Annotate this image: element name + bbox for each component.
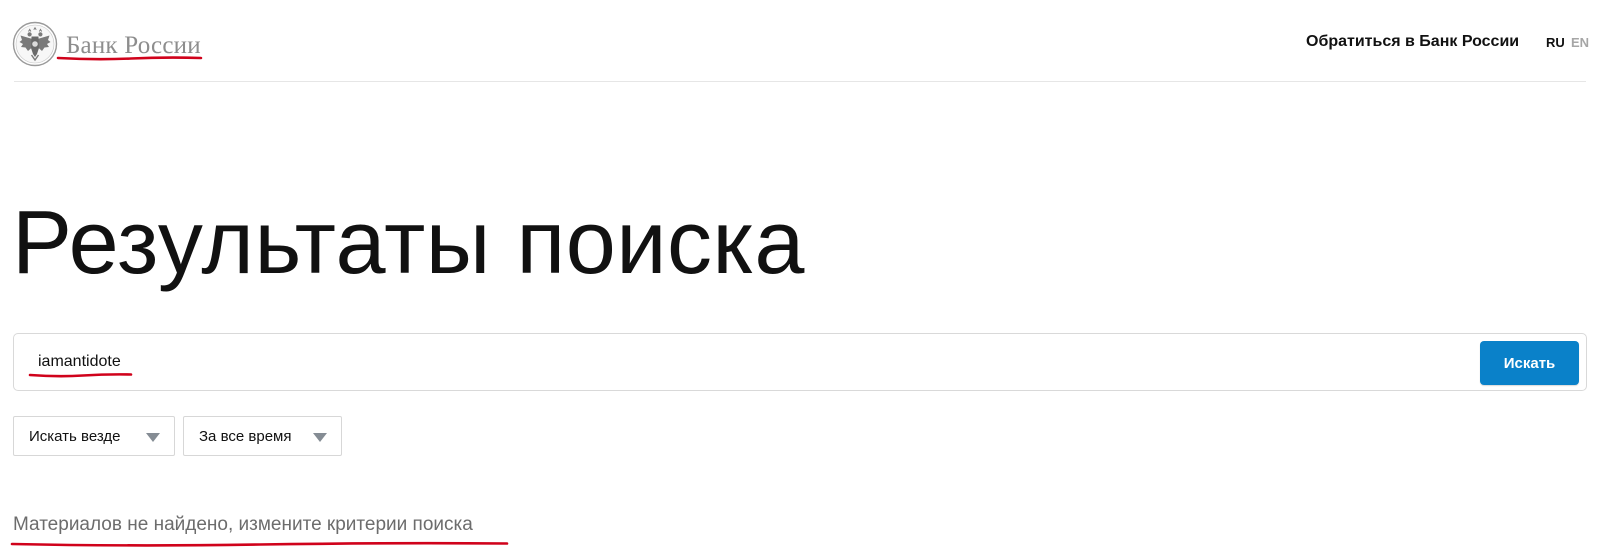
site-header: Банк России Обратиться в Банк России RU … bbox=[0, 0, 1600, 82]
language-ru[interactable]: RU bbox=[1546, 35, 1565, 50]
search-input[interactable] bbox=[30, 344, 1470, 380]
header-divider bbox=[14, 81, 1586, 82]
period-value: За все время bbox=[199, 427, 292, 445]
contact-bank-link[interactable]: Обратиться в Банк России bbox=[1306, 33, 1519, 51]
double-headed-eagle-icon bbox=[12, 21, 58, 67]
chevron-down-icon bbox=[146, 433, 160, 442]
no-results-message: Материалов не найдено, измените критерии… bbox=[13, 514, 473, 535]
search-button[interactable]: Искать bbox=[1480, 341, 1579, 385]
search-scope-dropdown[interactable]: Искать везде bbox=[13, 416, 175, 456]
page-title: Результаты поиска bbox=[12, 193, 805, 293]
chevron-down-icon bbox=[313, 433, 327, 442]
annotation-underline-query bbox=[28, 373, 133, 378]
period-dropdown[interactable]: За все время bbox=[183, 416, 342, 456]
search-bar: Искать bbox=[13, 333, 1587, 391]
search-scope-value: Искать везде bbox=[29, 427, 121, 445]
annotation-underline-message bbox=[10, 541, 509, 547]
language-en[interactable]: EN bbox=[1571, 35, 1589, 50]
annotation-underline-logo bbox=[56, 56, 203, 61]
